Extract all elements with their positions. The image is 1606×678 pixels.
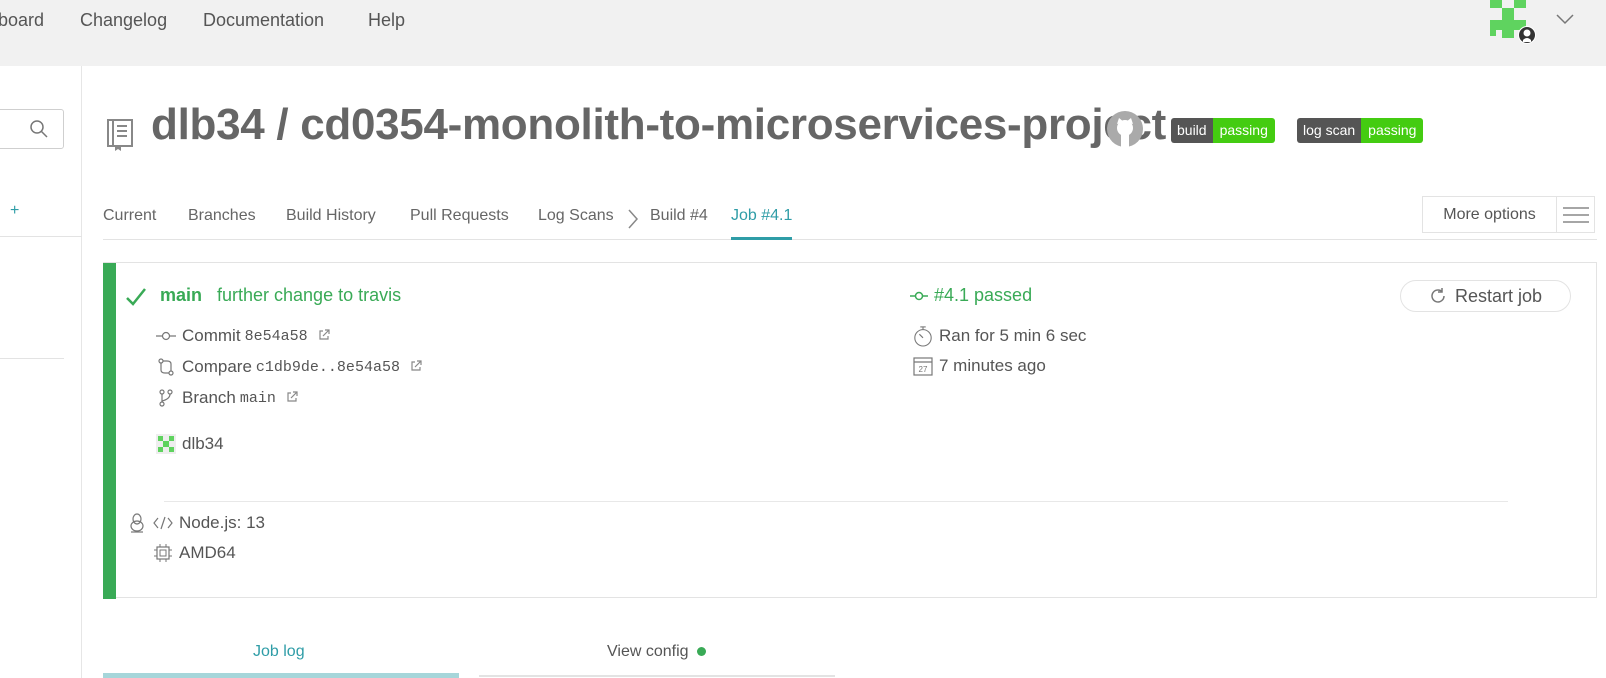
code-icon: [153, 516, 173, 530]
repo-owner-link[interactable]: dlb34: [151, 100, 265, 149]
tab-build-4[interactable]: Build #4: [650, 207, 708, 225]
svg-text:27: 27: [919, 365, 928, 374]
nav-documentation-link[interactable]: Documentation: [203, 10, 324, 31]
nav-dashboard-link[interactable]: board: [0, 10, 44, 31]
job-commit-message: further change to travis: [217, 285, 402, 305]
tab-pull-requests[interactable]: Pull Requests: [410, 207, 509, 225]
tab-branches[interactable]: Branches: [188, 207, 256, 225]
nav-changelog-link[interactable]: Changelog: [80, 10, 167, 31]
user-avatar[interactable]: [1490, 0, 1538, 44]
external-link-icon[interactable]: [286, 388, 298, 408]
job-summary-card: main further change to travis #4.1 passe…: [103, 262, 1597, 599]
tab-job-log[interactable]: Job log: [253, 643, 305, 661]
hamburger-menu-icon[interactable]: [1557, 197, 1594, 232]
compare-row: Compare c1db9de..8e54a58: [156, 357, 422, 377]
commit-icon: [156, 331, 176, 341]
passed-check-icon: [125, 287, 147, 312]
tab-view-config[interactable]: View config: [607, 643, 706, 661]
more-options-label: More options: [1423, 197, 1557, 232]
sidebar-divider: [0, 236, 82, 237]
job-duration: Ran for 5 min 6 sec: [939, 326, 1087, 345]
job-finished-time: 7 minutes ago: [939, 356, 1046, 375]
log-scan-badge-status: passing: [1361, 118, 1424, 143]
branch-value: main: [239, 389, 276, 407]
github-icon[interactable]: [1106, 110, 1144, 153]
commit-label: Commit: [182, 326, 241, 345]
repository-search-input[interactable]: [0, 109, 64, 149]
author-row: dlb34: [156, 434, 224, 454]
build-status-badge[interactable]: build passing: [1171, 118, 1275, 143]
log-scan-status-badge[interactable]: log scan passing: [1297, 118, 1424, 143]
repository-book-icon: [106, 118, 134, 157]
external-link-icon[interactable]: [318, 326, 330, 346]
repository-title: dlb34 / cd0354-monolith-to-microservices…: [151, 100, 1166, 150]
language-row: Node.js: 13: [127, 513, 265, 533]
nav-help-link[interactable]: Help: [368, 10, 405, 31]
job-language: Node.js: 13: [179, 513, 265, 532]
job-status-text: #4.1 passed: [934, 285, 1033, 305]
view-config-label: View config: [607, 643, 689, 660]
compare-label: Compare: [182, 357, 252, 376]
stopwatch-icon: [913, 324, 933, 348]
repo-name-link[interactable]: cd0354-monolith-to-microservices-project: [300, 100, 1166, 149]
tab-build-history[interactable]: Build History: [286, 207, 376, 225]
commit-dot-icon: [910, 291, 928, 300]
restart-job-label: Restart job: [1454, 285, 1543, 306]
log-scan-badge-label: log scan: [1297, 118, 1362, 143]
identicon-avatar-icon: [1490, 0, 1536, 44]
branch-label: Branch: [182, 388, 236, 407]
compare-icon: [156, 358, 176, 376]
duration-row: Ran for 5 min 6 sec: [913, 324, 1086, 348]
author-avatar-icon: [156, 434, 176, 454]
build-badge-status: passing: [1212, 118, 1275, 143]
author-name[interactable]: dlb34: [182, 434, 224, 454]
calendar-icon: 27: [913, 356, 933, 376]
commit-row: Commit 8e54a58: [156, 326, 330, 346]
account-menu-chevron-down-icon[interactable]: [1556, 12, 1574, 30]
tab-job-4-1[interactable]: Job #4.1: [731, 207, 792, 225]
restart-icon: [1431, 288, 1445, 303]
job-branch-name[interactable]: main: [160, 285, 202, 306]
sidebar-divider: [0, 358, 64, 359]
active-tab-indicator: [731, 237, 792, 240]
config-status-dot-icon: [696, 647, 706, 657]
compare-range: c1db9de..8e54a58: [255, 358, 400, 376]
repo-title-separator: /: [264, 100, 301, 149]
status-stripe: [103, 263, 116, 599]
more-options-button[interactable]: More options: [1422, 196, 1595, 233]
add-repository-plus-icon[interactable]: +: [10, 202, 19, 220]
tab-current[interactable]: Current: [103, 207, 156, 225]
job-log-tab-indicator: [103, 673, 459, 678]
tabs-divider: [103, 239, 1597, 240]
architecture-row: AMD64: [153, 543, 236, 563]
linux-penguin-icon: [127, 513, 147, 533]
sidebar: +: [0, 66, 82, 678]
restart-job-button[interactable]: Restart job: [1400, 280, 1571, 312]
job-status: #4.1 passed: [910, 285, 1032, 306]
branch-row: Branch main: [156, 388, 298, 408]
branch-icon: [156, 389, 176, 407]
top-navigation: board Changelog Documentation Help: [0, 0, 1606, 66]
breadcrumb-chevron-right-icon: [627, 208, 639, 235]
job-architecture: AMD64: [179, 543, 236, 562]
view-config-tab-indicator: [479, 675, 835, 677]
build-badge-label: build: [1171, 118, 1213, 143]
tab-log-scans[interactable]: Log Scans: [538, 207, 614, 225]
card-divider: [164, 501, 1508, 502]
finished-row: 27 7 minutes ago: [913, 356, 1046, 376]
search-icon[interactable]: [29, 119, 49, 144]
external-link-icon[interactable]: [410, 357, 422, 377]
cpu-chip-icon: [153, 544, 173, 562]
commit-sha: 8e54a58: [244, 327, 308, 345]
